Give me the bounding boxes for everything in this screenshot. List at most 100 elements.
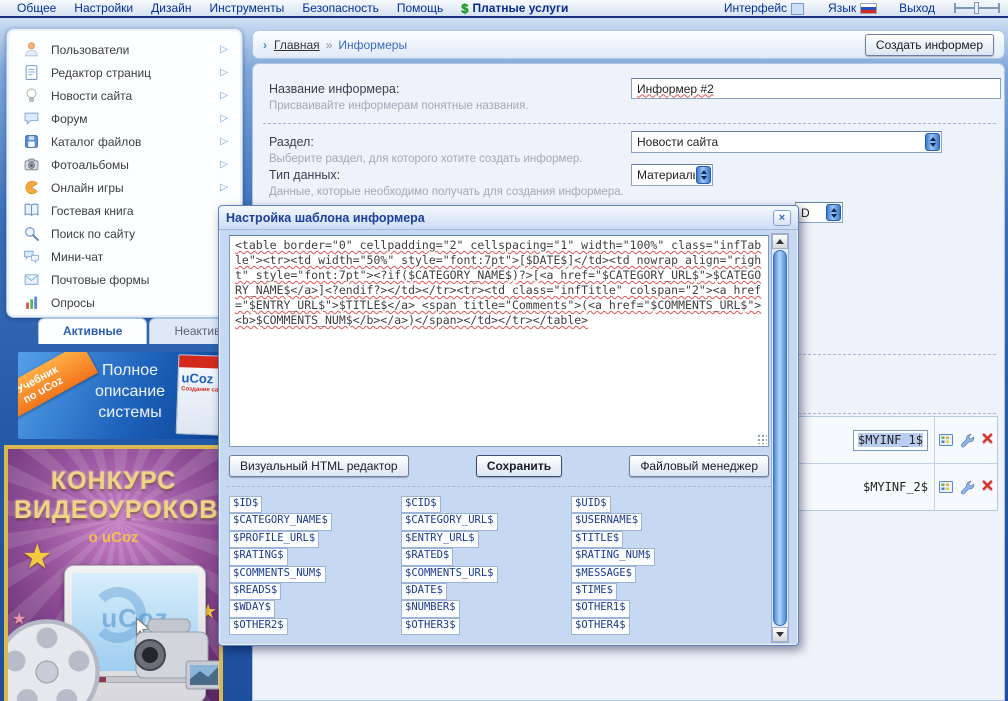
configure-wrench-icon[interactable] — [959, 432, 976, 449]
data-type-label: Тип данных: — [269, 168, 341, 182]
resize-grip[interactable] — [757, 434, 767, 444]
template-var[interactable]: $READS$ — [229, 582, 282, 601]
partially-hidden-select[interactable]: D — [795, 202, 843, 223]
menu-item-paid-services[interactable]: $ Платные услуги — [461, 1, 568, 16]
informer-view-icon[interactable] — [938, 479, 954, 495]
speech-bubble-icon — [24, 112, 39, 126]
menu-item-help[interactable]: Помощь — [397, 1, 443, 15]
sidebar-item-label: Онлайн игры — [51, 180, 124, 195]
template-var[interactable]: $CATEGORY_URL$ — [401, 513, 498, 531]
sidebar-panel: Пользователи ▷ Редактор страниц ▷ Новост… — [6, 28, 243, 318]
sidebar-item-users[interactable]: Пользователи ▷ — [13, 38, 236, 61]
template-var[interactable]: $COMMENTS_NUM$ — [229, 565, 326, 583]
logout-link[interactable]: Выход — [899, 1, 935, 15]
delete-icon[interactable]: ✕ — [981, 432, 994, 448]
template-var[interactable]: $MESSAGE$ — [571, 565, 636, 583]
spinner-arrows-icon[interactable] — [925, 133, 940, 151]
breadcrumb-home-link[interactable]: Главная — [274, 38, 320, 52]
film-reel-icon — [8, 619, 100, 701]
sidebar-item-label: Опросы — [51, 295, 95, 310]
camcorder-icon — [134, 618, 219, 690]
sidebar-item-label: Новости сайта — [51, 88, 133, 103]
delete-icon[interactable]: ✕ — [981, 479, 994, 495]
sidebar-item-guestbook[interactable]: Гостевая книга ▷ — [13, 199, 236, 222]
menu-item-general[interactable]: Общее — [17, 1, 56, 15]
sidebar-item-polls[interactable]: Опросы ▷ — [13, 291, 236, 314]
textbook-banner[interactable]: Учебник по uCoz Полное описание системы … — [18, 352, 225, 439]
chat-icon — [24, 250, 39, 264]
template-var[interactable]: $PROFILE_URL$ — [229, 530, 320, 549]
russian-flag-icon — [860, 3, 878, 15]
data-type-select[interactable]: Материалы — [631, 164, 713, 186]
menu-item-security[interactable]: Безопасность — [302, 1, 379, 15]
dollar-icon: $ — [461, 0, 469, 16]
spinner-arrows-icon[interactable] — [696, 166, 711, 184]
sidebar-item-forum[interactable]: Форум ▷ — [13, 107, 236, 130]
configure-wrench-icon[interactable] — [959, 479, 976, 496]
dialog-titlebar[interactable]: Настройка шаблона информера × — [219, 206, 798, 230]
contest-title-line2: ВИДЕОУРОКОВ — [14, 496, 219, 524]
scroll-down-icon[interactable] — [772, 627, 788, 642]
video-contest-banner[interactable]: КОНКУРС ВИДЕОУРОКОВ о uCoz ★ ★ ★ uCoz — [4, 445, 223, 701]
breadcrumb-separator: » — [325, 37, 333, 52]
sidebar-item-site-news[interactable]: Новости сайта ▷ — [13, 84, 236, 107]
sidebar-item-mail-forms[interactable]: Почтовые формы ▷ — [13, 268, 236, 291]
name-label: Название информера: — [269, 82, 400, 96]
close-icon[interactable]: × — [773, 209, 791, 226]
sidebar-item-online-games[interactable]: Онлайн игры ▷ — [13, 176, 236, 199]
interface-toggle[interactable]: Интерфейс — [724, 1, 810, 15]
dialog-scrollbar[interactable] — [771, 233, 789, 643]
template-var[interactable]: $OTHER4$ — [571, 617, 630, 636]
template-var[interactable]: $ENTRY_URL$ — [401, 530, 479, 549]
tab-active-informers[interactable]: Активные — [38, 318, 148, 344]
sidebar-item-site-search[interactable]: Поиск по сайту ▷ — [13, 222, 236, 245]
sidebar-item-minichat[interactable]: Мини-чат ▷ — [13, 245, 236, 268]
sidebar-item-file-catalog[interactable]: Каталог файлов ▷ — [13, 130, 236, 153]
name-hint: Присваивайте информерам понятные названи… — [269, 100, 529, 112]
informer-name-input[interactable]: Информер #2 — [631, 78, 1001, 99]
template-var[interactable]: $RATING$ — [229, 548, 288, 566]
template-var[interactable]: $USERNAME$ — [571, 513, 643, 531]
template-code-textarea[interactable]: <table border="0" cellpadding="2" cellsp… — [229, 235, 769, 447]
template-var[interactable]: $OTHER2$ — [229, 617, 288, 636]
template-var[interactable]: $DATE$ — [401, 582, 447, 601]
banner-title: Полное описание системы — [94, 362, 166, 421]
template-var[interactable]: $TITLE$ — [571, 530, 624, 549]
create-informer-button[interactable]: Создать информер — [864, 33, 994, 56]
sidebar-item-page-editor[interactable]: Редактор страниц ▷ — [13, 61, 236, 84]
template-settings-dialog: Настройка шаблона информера × <table bor… — [218, 205, 799, 646]
breadcrumb-current: Информеры — [338, 37, 408, 52]
template-var[interactable]: $TIME$ — [571, 582, 617, 601]
layout-width-slider[interactable] — [954, 2, 1000, 14]
save-button[interactable]: Сохранить — [475, 455, 563, 477]
camera-icon — [24, 158, 39, 171]
template-var[interactable]: $CATEGORY_NAME$ — [229, 513, 332, 531]
visual-editor-button[interactable]: Визуальный HTML редактор — [229, 455, 409, 477]
floppy-icon — [25, 135, 38, 148]
template-var[interactable]: $OTHER3$ — [401, 617, 460, 636]
sidebar-item-label: Почтовые формы — [51, 272, 150, 287]
template-var[interactable]: $OTHER1$ — [571, 600, 630, 618]
template-var[interactable]: $ID$ — [229, 496, 263, 514]
informer-code-input[interactable]: $MYINF_1$ — [852, 429, 928, 451]
search-icon — [25, 227, 39, 241]
menu-item-design[interactable]: Дизайн — [151, 1, 191, 15]
menu-item-tools[interactable]: Инструменты — [209, 1, 284, 15]
scrollbar-thumb[interactable] — [773, 250, 787, 626]
template-var[interactable]: $RATING_NUM$ — [571, 548, 655, 566]
template-var[interactable]: $CID$ — [401, 496, 441, 514]
template-var[interactable]: $RATED$ — [401, 548, 454, 566]
spinner-arrows-icon[interactable] — [826, 204, 841, 221]
sidebar-item-photo-albums[interactable]: Фотоальбомы ▷ — [13, 153, 236, 176]
informer-view-icon[interactable] — [938, 432, 954, 448]
template-var[interactable]: $NUMBER$ — [401, 600, 460, 618]
informer-actions: ✕ — [935, 432, 997, 449]
section-select[interactable]: Новости сайта — [631, 131, 942, 153]
scroll-up-icon[interactable] — [772, 234, 788, 249]
template-var[interactable]: $WDAY$ — [229, 600, 275, 618]
menu-item-settings[interactable]: Настройки — [74, 1, 133, 15]
template-var[interactable]: $COMMENTS_URL$ — [401, 565, 498, 583]
template-var[interactable]: $UID$ — [571, 496, 611, 514]
language-toggle[interactable]: Язык — [828, 1, 881, 15]
file-manager-button[interactable]: Файловый менеджер — [629, 455, 769, 477]
